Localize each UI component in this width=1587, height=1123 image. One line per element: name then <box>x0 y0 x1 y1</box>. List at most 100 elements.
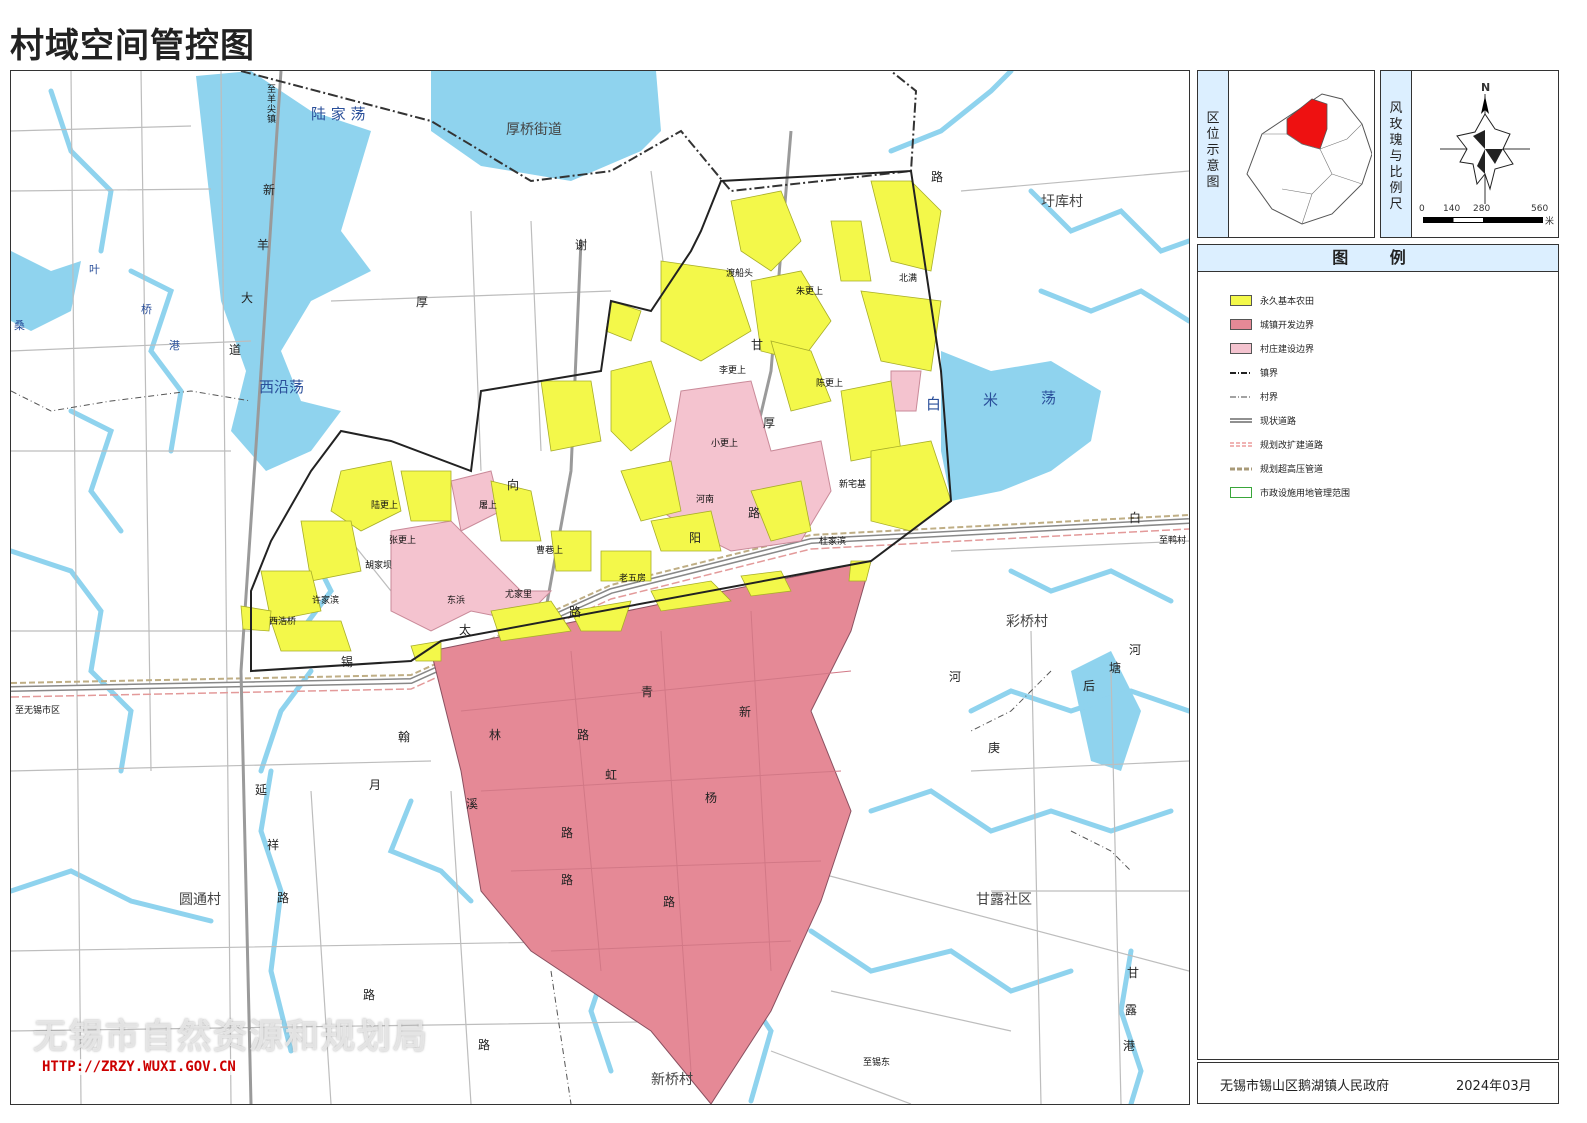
village-label: 尤家里 <box>505 590 533 600</box>
road-label: 道 <box>229 343 242 357</box>
village-label: 新宅基 <box>839 480 867 490</box>
road-label: 甘 <box>751 338 764 352</box>
watermark-url[interactable]: HTTP://ZRZY.WUXI.GOV.CN <box>39 1059 239 1075</box>
road-label: 延 <box>255 783 268 797</box>
water-label: 陆 家 荡 <box>311 105 366 123</box>
road-label: 新 <box>263 183 276 197</box>
east-pond <box>1071 651 1141 771</box>
scale-tick: 0 <box>1419 204 1425 214</box>
road-label: 阳 <box>689 531 702 545</box>
road-label: 塘 <box>1109 661 1122 675</box>
compass-panel-title: 风玫瑰与比例尺 <box>1389 101 1403 212</box>
bai-mi-dang-lake <box>941 351 1101 501</box>
place-label: 新桥村 <box>651 1072 693 1088</box>
road-label: 大 <box>241 291 254 305</box>
road-label: 溪 <box>466 797 479 811</box>
village-label: 西浩桥 <box>269 617 297 627</box>
water-label: 米 <box>983 391 999 409</box>
legend-item: 村庄建设边界 <box>1230 341 1314 355</box>
road-label: 路 <box>561 873 574 887</box>
road-label: 虹 <box>605 768 618 782</box>
legend-item: 永久基本农田 <box>1230 293 1314 307</box>
direction-label: 至锡东 <box>863 1058 891 1068</box>
place-label: 彩桥村 <box>1006 614 1048 630</box>
water-label: 西沿荡 <box>259 378 305 396</box>
village-label: 河南 <box>696 495 715 505</box>
road-label: 翰 <box>398 730 411 744</box>
legend-item: 规划改扩建道路 <box>1230 437 1323 451</box>
village-label: 胡家坝 <box>365 561 393 571</box>
place-label: 圩库村 <box>1041 194 1083 210</box>
road-label: 路 <box>931 170 944 184</box>
legend-label: 镇界 <box>1260 368 1279 379</box>
location-panel-header: 区位示意图 <box>1198 71 1229 237</box>
road-label: 林 <box>489 728 502 742</box>
legend-label: 永久基本农田 <box>1260 296 1315 307</box>
legend-label: 规划超高压管道 <box>1260 464 1324 475</box>
water-label: 荡 <box>1041 389 1057 407</box>
farmland-swatch <box>1230 294 1252 306</box>
place-label: 甘露社区 <box>976 892 1032 908</box>
village-line-swatch <box>1230 396 1252 397</box>
footer-org: 无锡市锡山区鹅湖镇人民政府 <box>1220 1079 1390 1094</box>
village-label: 小更上 <box>711 439 739 449</box>
village-label: 许家滨 <box>312 596 340 606</box>
legend-item: 现状道路 <box>1230 413 1296 427</box>
location-panel: 区位示意图 <box>1197 70 1375 238</box>
water-label: 桥 <box>141 303 152 316</box>
scale-bar <box>1423 217 1543 223</box>
location-map <box>1246 93 1372 225</box>
road-label: 杨 <box>705 791 718 805</box>
scale-unit: 米 <box>1545 217 1555 227</box>
water-label: 桑 <box>14 319 25 332</box>
place-label: 厚桥街道 <box>506 122 562 138</box>
road-label: 路 <box>569 605 582 619</box>
direction-label: 至无锡市区 <box>15 706 61 716</box>
footer: 无锡市锡山区鹅湖镇人民政府 2024年03月 <box>1197 1062 1559 1104</box>
scale-tick: 280 <box>1473 204 1491 214</box>
road-label: 厚 <box>416 295 429 309</box>
watermark-org: 无锡市自然资源和规划局 <box>33 1017 429 1057</box>
village-label: 朱更上 <box>796 287 824 297</box>
village-label: 屠上 <box>479 501 498 511</box>
village-label: 李更上 <box>719 366 747 376</box>
legend-title: 图 例 <box>1198 245 1558 272</box>
road-label: 向 <box>507 478 520 492</box>
road-label: 新 <box>739 705 752 719</box>
road-label: 河 <box>1129 643 1142 657</box>
place-label: 圆通村 <box>179 892 221 908</box>
village-boundary-swatch <box>1230 342 1252 354</box>
legend-label: 市政设施用地管理范围 <box>1260 488 1351 499</box>
town-development-boundary <box>430 560 872 1104</box>
road-label: 路 <box>577 728 590 742</box>
scale-tick: 140 <box>1443 204 1461 214</box>
village-label: 渡船头 <box>726 269 754 279</box>
road-label: 港 <box>1123 1039 1136 1053</box>
legend-label: 村界 <box>1260 392 1279 403</box>
road-label: 白 <box>1129 511 1142 525</box>
main-map[interactable]: 厚桥街道 圩库村 彩桥村 甘露社区 圆通村 新桥村 陆 家 荡 西沿荡 白 米 … <box>10 70 1190 1105</box>
village-label: 北满 <box>899 274 918 284</box>
road-label: 路 <box>363 988 376 1002</box>
town-boundary-swatch <box>1230 318 1252 330</box>
scale-tick: 560 <box>1531 204 1549 214</box>
road-label: 甘 <box>1127 966 1140 980</box>
pipeline-swatch <box>1230 467 1252 470</box>
road-label: 后 <box>1083 679 1096 693</box>
road-line-swatch <box>1230 418 1252 422</box>
legend-item: 市政设施用地管理范围 <box>1230 485 1350 499</box>
water-label: 叶 <box>89 263 100 276</box>
village-label: 曹巷上 <box>536 546 564 556</box>
facility-swatch <box>1230 486 1252 498</box>
location-panel-title: 区位示意图 <box>1206 111 1220 190</box>
water-label: 港 <box>169 339 180 352</box>
road-label: 青 <box>641 685 654 699</box>
planned-road-swatch <box>1230 442 1252 446</box>
road-label: 路 <box>478 1038 491 1052</box>
legend-label: 规划改扩建道路 <box>1260 440 1324 451</box>
village-label: 张更上 <box>389 536 417 546</box>
legend-item: 镇界 <box>1230 365 1278 379</box>
road-label: 路 <box>663 895 676 909</box>
compass-panel: 风玫瑰与比例尺 N 0 140 280 560 米 <box>1380 70 1559 238</box>
road-label: 路 <box>277 891 290 905</box>
